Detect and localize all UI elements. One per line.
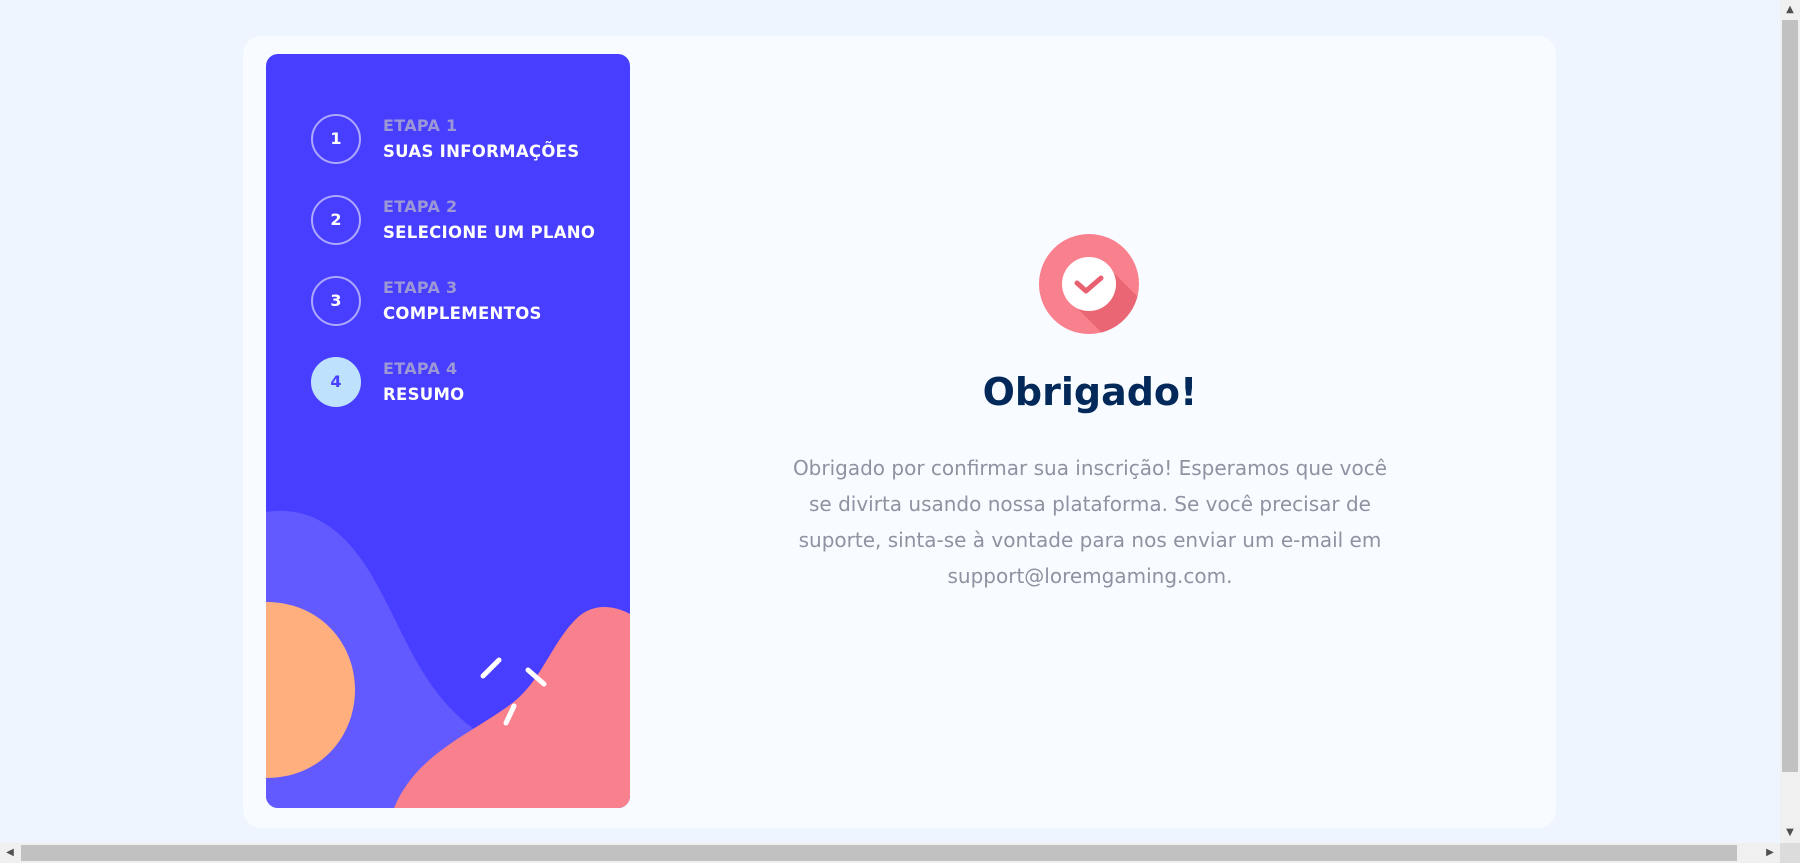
step-kicker-2: ETAPA 2 bbox=[383, 197, 458, 216]
step-number-3: 3 bbox=[311, 276, 361, 326]
scroll-up-icon[interactable]: ▲ bbox=[1780, 0, 1800, 20]
step-kicker-1: ETAPA 1 bbox=[383, 116, 458, 135]
step-title-1: SUAS INFORMAÇÕES bbox=[383, 142, 580, 161]
scroll-right-icon[interactable]: ▶ bbox=[1760, 843, 1780, 863]
step-number-1: 1 bbox=[311, 114, 361, 164]
step-item-2: 2 ETAPA 2 SELECIONE UM PLANO bbox=[311, 195, 611, 247]
checkmark-icon bbox=[1039, 234, 1139, 334]
step-item-4: 4 ETAPA 4 RESUMO bbox=[311, 357, 611, 409]
vertical-scrollbar[interactable]: ▲ ▼ bbox=[1780, 0, 1800, 843]
step-number-4: 4 bbox=[311, 357, 361, 407]
thank-you-title: Obrigado! bbox=[982, 370, 1198, 414]
thank-you-message: Obrigado por confirmar sua inscrição! Es… bbox=[792, 456, 1388, 588]
scroll-down-icon[interactable]: ▼ bbox=[1780, 823, 1800, 843]
step-sidebar: 1 ETAPA 1 SUAS INFORMAÇÕES 2 ETAPA 2 SEL… bbox=[266, 54, 630, 808]
step-number-2: 2 bbox=[311, 195, 361, 245]
step-title-3: COMPLEMENTOS bbox=[383, 304, 542, 323]
step-kicker-3: ETAPA 3 bbox=[383, 278, 458, 297]
page-viewport: 1 ETAPA 1 SUAS INFORMAÇÕES 2 ETAPA 2 SEL… bbox=[0, 0, 1780, 843]
horizontal-scroll-thumb[interactable] bbox=[21, 845, 1737, 861]
scrollbar-corner bbox=[1780, 843, 1800, 863]
sidebar-decoration bbox=[266, 510, 630, 808]
step-item-3: 3 ETAPA 3 COMPLEMENTOS bbox=[311, 276, 611, 328]
step-title-2: SELECIONE UM PLANO bbox=[383, 223, 596, 242]
horizontal-scrollbar[interactable]: ◀ ▶ bbox=[0, 843, 1780, 863]
sidebar-sparkle-1 bbox=[480, 657, 502, 679]
scroll-left-icon[interactable]: ◀ bbox=[0, 843, 20, 863]
vertical-scroll-thumb[interactable] bbox=[1782, 20, 1798, 772]
step-title-4: RESUMO bbox=[383, 385, 465, 404]
step-kicker-4: ETAPA 4 bbox=[383, 359, 458, 378]
step-item-1: 1 ETAPA 1 SUAS INFORMAÇÕES bbox=[311, 114, 611, 166]
